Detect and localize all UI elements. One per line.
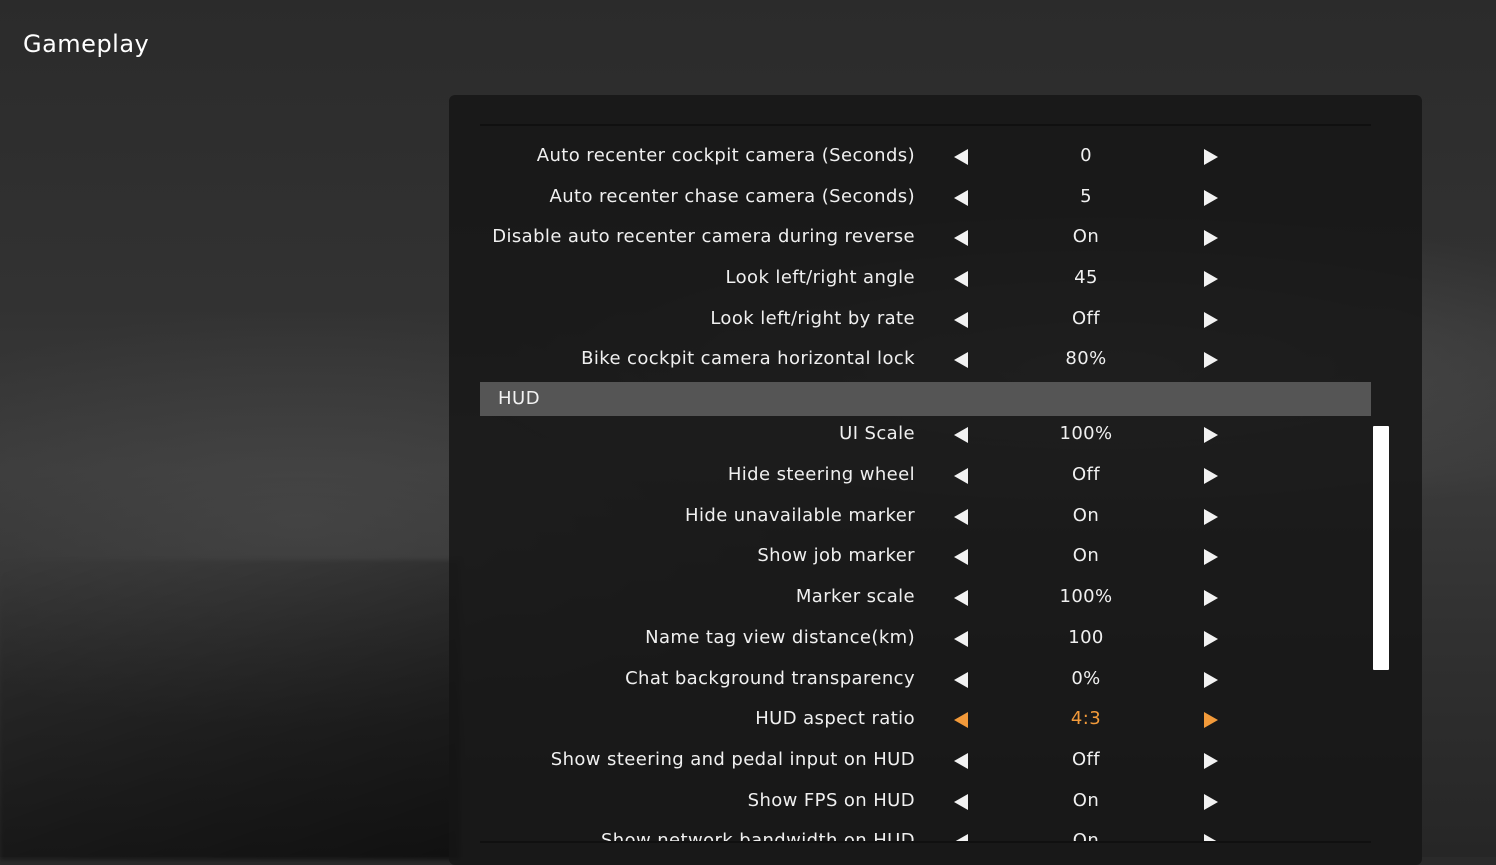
setting-row-hud-aspect-ratio[interactable]: HUD aspect ratio 4:3 (480, 700, 1240, 740)
setting-label: Auto recenter chase camera (Seconds) (549, 186, 915, 207)
right-arrow-icon[interactable] (1204, 509, 1218, 525)
setting-row-ui-scale[interactable]: UI Scale 100% (480, 415, 1240, 455)
setting-row-network-bandwidth[interactable]: Show network bandwidth on HUD On (480, 822, 1240, 842)
background-fence (0, 560, 460, 860)
right-arrow-icon[interactable] (1204, 271, 1218, 287)
right-arrow-icon[interactable] (1204, 149, 1218, 165)
setting-value: 0% (1071, 668, 1101, 689)
setting-row-hide-steering-wheel[interactable]: Hide steering wheel Off (480, 456, 1240, 496)
setting-row-name-tag-distance[interactable]: Name tag view distance(km) 100 (480, 619, 1240, 659)
setting-label: Chat background transparency (625, 668, 915, 689)
setting-value: 45 (1074, 267, 1098, 288)
left-arrow-icon[interactable] (954, 230, 968, 246)
setting-row-chat-transparency[interactable]: Chat background transparency 0% (480, 660, 1240, 700)
setting-value: Off (1071, 308, 1101, 329)
page-title: Gameplay (23, 30, 150, 58)
right-arrow-icon[interactable] (1204, 672, 1218, 688)
setting-label: Look left/right by rate (710, 308, 915, 329)
right-arrow-icon[interactable] (1204, 549, 1218, 565)
left-arrow-icon[interactable] (954, 271, 968, 287)
left-arrow-icon[interactable] (954, 672, 968, 688)
setting-label: Name tag view distance(km) (645, 627, 915, 648)
right-arrow-icon[interactable] (1204, 753, 1218, 769)
setting-label: Marker scale (795, 586, 915, 607)
setting-value: 100 (1068, 627, 1104, 648)
setting-label: Disable auto recenter camera during reve… (492, 226, 915, 247)
setting-value: 5 (1080, 186, 1092, 207)
setting-label: Look left/right angle (725, 267, 915, 288)
setting-value: Off (1071, 464, 1101, 485)
right-arrow-icon[interactable] (1204, 312, 1218, 328)
setting-value: On (1072, 226, 1100, 247)
bottom-divider (480, 841, 1371, 843)
left-arrow-icon[interactable] (954, 753, 968, 769)
left-arrow-icon[interactable] (954, 794, 968, 810)
right-arrow-icon[interactable] (1204, 230, 1218, 246)
setting-label: Hide steering wheel (727, 464, 915, 485)
setting-value: 0 (1080, 145, 1092, 166)
setting-row-auto-recenter-chase[interactable]: Auto recenter chase camera (Seconds) 5 (480, 178, 1240, 218)
setting-row-look-rate[interactable]: Look left/right by rate Off (480, 300, 1240, 340)
left-arrow-icon[interactable] (954, 427, 968, 443)
setting-row-look-angle[interactable]: Look left/right angle 45 (480, 259, 1240, 299)
right-arrow-icon[interactable] (1204, 794, 1218, 810)
setting-label: Show FPS on HUD (747, 790, 915, 811)
setting-label: Hide unavailable marker (685, 505, 915, 526)
setting-label: Show steering and pedal input on HUD (550, 749, 915, 770)
setting-row-disable-recenter-reverse[interactable]: Disable auto recenter camera during reve… (480, 218, 1240, 258)
right-arrow-icon[interactable] (1204, 631, 1218, 647)
setting-value: 80% (1065, 348, 1107, 369)
setting-row-show-job-marker[interactable]: Show job marker On (480, 537, 1240, 577)
left-arrow-icon[interactable] (954, 590, 968, 606)
left-arrow-icon[interactable] (954, 149, 968, 165)
setting-label: Auto recenter cockpit camera (Seconds) (536, 145, 915, 166)
setting-label: Show job marker (757, 545, 915, 566)
setting-label: Bike cockpit camera horizontal lock (581, 348, 915, 369)
setting-row-marker-scale[interactable]: Marker scale 100% (480, 578, 1240, 618)
scrollbar-thumb[interactable] (1373, 426, 1389, 670)
setting-label: UI Scale (839, 423, 915, 444)
left-arrow-icon[interactable] (954, 509, 968, 525)
setting-value: 4:3 (1070, 708, 1102, 729)
section-header-hud: HUD (480, 382, 1371, 416)
setting-row-hide-unavailable-marker[interactable]: Hide unavailable marker On (480, 497, 1240, 537)
left-arrow-icon[interactable] (954, 312, 968, 328)
setting-value: 100% (1059, 423, 1113, 444)
right-arrow-icon[interactable] (1204, 590, 1218, 606)
top-divider (480, 124, 1371, 126)
setting-row-bike-horizontal-lock[interactable]: Bike cockpit camera horizontal lock 80% (480, 340, 1240, 380)
left-arrow-icon[interactable] (954, 352, 968, 368)
setting-row-steering-pedal-input[interactable]: Show steering and pedal input on HUD Off (480, 741, 1240, 781)
left-arrow-icon[interactable] (954, 712, 968, 728)
setting-row-show-fps[interactable]: Show FPS on HUD On (480, 782, 1240, 822)
right-arrow-icon[interactable] (1204, 427, 1218, 443)
right-arrow-icon[interactable] (1204, 468, 1218, 484)
setting-value: On (1072, 505, 1100, 526)
setting-value: On (1072, 545, 1100, 566)
left-arrow-icon[interactable] (954, 549, 968, 565)
setting-row-auto-recenter-cockpit[interactable]: Auto recenter cockpit camera (Seconds) 0 (480, 137, 1240, 177)
left-arrow-icon[interactable] (954, 468, 968, 484)
setting-value: Off (1071, 749, 1101, 770)
left-arrow-icon[interactable] (954, 631, 968, 647)
right-arrow-icon[interactable] (1204, 352, 1218, 368)
setting-value: On (1072, 790, 1100, 811)
setting-value: 100% (1059, 586, 1113, 607)
right-arrow-icon[interactable] (1204, 190, 1218, 206)
left-arrow-icon[interactable] (954, 190, 968, 206)
setting-label: HUD aspect ratio (755, 708, 915, 729)
section-title: HUD (498, 388, 541, 409)
right-arrow-icon[interactable] (1204, 712, 1218, 728)
